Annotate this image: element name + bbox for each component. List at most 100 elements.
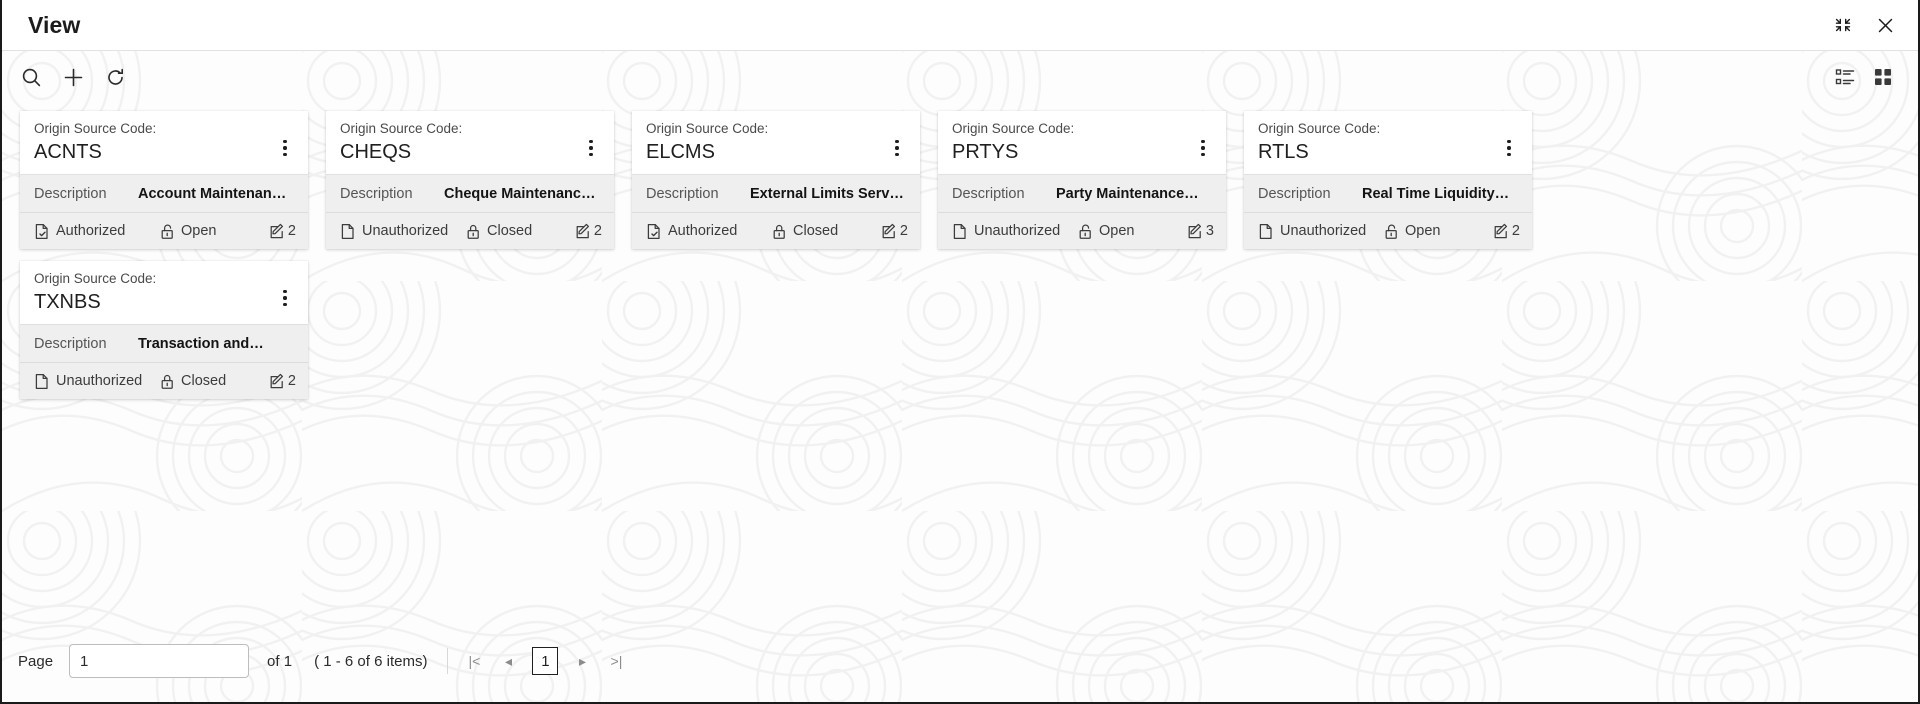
total-pages-text: of 1 xyxy=(267,653,292,670)
padlock-open-icon xyxy=(1078,223,1093,240)
card-description-row: Description Party Maintenance… xyxy=(938,174,1226,212)
description-value: Cheque Maintenance… xyxy=(444,186,600,202)
previous-page-icon[interactable]: ◂ xyxy=(492,646,524,676)
modification-count-text: 2 xyxy=(900,223,908,239)
view-window: View xyxy=(0,0,1920,704)
description-label: Description xyxy=(1258,186,1362,202)
modification-count: 2 xyxy=(269,373,296,390)
edit-square-icon xyxy=(269,373,285,390)
card-item[interactable]: Origin Source Code: ACNTS Description Ac… xyxy=(20,111,308,249)
card-field-label: Origin Source Code: xyxy=(340,121,580,138)
edit-square-icon xyxy=(881,223,897,240)
lock-status: Open xyxy=(160,223,258,240)
lock-status: Closed xyxy=(160,373,258,390)
card-status-row: Authorized Closed xyxy=(632,212,920,249)
authorization-text: Authorized xyxy=(56,223,125,239)
restore-down-icon[interactable] xyxy=(1832,14,1854,36)
card-header: Origin Source Code: PRTYS xyxy=(938,111,1226,174)
edit-square-icon xyxy=(269,223,285,240)
description-value: External Limits Service xyxy=(750,186,906,202)
modification-count-text: 2 xyxy=(594,223,602,239)
lock-status: Closed xyxy=(466,223,564,240)
pagination-nav: |< ◂ 1 ▸ >| xyxy=(458,646,632,676)
modification-count: 3 xyxy=(1187,223,1214,240)
action-toolbar xyxy=(2,51,1918,103)
document-icon xyxy=(952,223,968,240)
padlock-open-icon xyxy=(1384,223,1399,240)
description-value: Real Time Liquidity… xyxy=(1362,186,1518,202)
lock-status-text: Open xyxy=(181,223,216,239)
toolbar-right-group xyxy=(1832,64,1896,90)
kebab-menu-icon[interactable] xyxy=(1192,133,1214,163)
lock-status-text: Closed xyxy=(181,373,226,389)
card-status-row: Unauthorized Closed xyxy=(20,362,308,399)
refresh-icon[interactable] xyxy=(98,60,132,94)
padlock-closed-icon xyxy=(160,373,175,390)
authorization-text: Unauthorized xyxy=(1280,223,1366,239)
description-label: Description xyxy=(34,186,138,202)
lock-status: Closed xyxy=(772,223,870,240)
page-input[interactable] xyxy=(69,644,249,678)
edit-square-icon xyxy=(1187,223,1203,240)
modification-count: 2 xyxy=(575,223,602,240)
modification-count-text: 2 xyxy=(288,373,296,389)
card-item[interactable]: Origin Source Code: ELCMS Description Ex… xyxy=(632,111,920,249)
first-page-icon[interactable]: |< xyxy=(458,646,490,676)
card-field-label: Origin Source Code: xyxy=(646,121,886,138)
modification-count: 2 xyxy=(881,223,908,240)
authorization-text: Authorized xyxy=(668,223,737,239)
card-header: Origin Source Code: RTLS xyxy=(1244,111,1532,174)
card-field-label: Origin Source Code: xyxy=(34,271,274,288)
cards-grid: Origin Source Code: ACNTS Description Ac… xyxy=(2,103,1562,399)
card-description-row: Description Account Maintenanc… xyxy=(20,174,308,212)
kebab-menu-icon[interactable] xyxy=(274,133,296,163)
lock-status: Open xyxy=(1078,223,1176,240)
card-item[interactable]: Origin Source Code: RTLS Description Rea… xyxy=(1244,111,1532,249)
card-status-row: Authorized Open xyxy=(20,212,308,249)
document-check-icon xyxy=(34,223,50,240)
window-controls xyxy=(1832,14,1896,36)
last-page-icon[interactable]: >| xyxy=(600,646,632,676)
authorization-status: Unauthorized xyxy=(34,373,160,390)
list-view-icon[interactable] xyxy=(1832,64,1858,90)
authorization-status: Authorized xyxy=(646,223,772,240)
card-description-row: Description External Limits Service xyxy=(632,174,920,212)
card-code-value: RTLS xyxy=(1258,139,1498,165)
authorization-text: Unauthorized xyxy=(974,223,1060,239)
card-field-label: Origin Source Code: xyxy=(1258,121,1498,138)
plus-icon[interactable] xyxy=(56,60,90,94)
card-item[interactable]: Origin Source Code: CHEQS Description Ch… xyxy=(326,111,614,249)
kebab-menu-icon[interactable] xyxy=(1498,133,1520,163)
kebab-menu-icon[interactable] xyxy=(886,133,908,163)
document-check-icon xyxy=(646,223,662,240)
card-item[interactable]: Origin Source Code: TXNBS Description Tr… xyxy=(20,261,308,399)
card-item[interactable]: Origin Source Code: PRTYS Description Pa… xyxy=(938,111,1226,249)
window-titlebar: View xyxy=(2,0,1918,51)
card-description-row: Description Transaction and… xyxy=(20,324,308,362)
close-icon[interactable] xyxy=(1874,14,1896,36)
card-header: Origin Source Code: ELCMS xyxy=(632,111,920,174)
edit-square-icon xyxy=(1493,223,1509,240)
description-value: Account Maintenanc… xyxy=(138,186,294,202)
kebab-menu-icon[interactable] xyxy=(274,283,296,313)
card-code-value: ELCMS xyxy=(646,139,886,165)
description-label: Description xyxy=(34,336,138,352)
modification-count-text: 2 xyxy=(1512,223,1520,239)
card-description-row: Description Cheque Maintenance… xyxy=(326,174,614,212)
lock-status-text: Closed xyxy=(793,223,838,239)
tile-view-icon[interactable] xyxy=(1870,64,1896,90)
kebab-menu-icon[interactable] xyxy=(580,133,602,163)
current-page-button[interactable]: 1 xyxy=(532,647,558,675)
modification-count-text: 3 xyxy=(1206,223,1214,239)
card-code-value: ACNTS xyxy=(34,139,274,165)
description-value: Party Maintenance… xyxy=(1056,186,1212,202)
card-field-label: Origin Source Code: xyxy=(952,121,1192,138)
authorization-status: Unauthorized xyxy=(1258,223,1384,240)
card-code-value: CHEQS xyxy=(340,139,580,165)
toolbar-left-group xyxy=(14,60,132,94)
authorization-status: Unauthorized xyxy=(340,223,466,240)
edit-square-icon xyxy=(575,223,591,240)
search-icon[interactable] xyxy=(14,60,48,94)
next-page-icon[interactable]: ▸ xyxy=(566,646,598,676)
lock-status: Open xyxy=(1384,223,1482,240)
